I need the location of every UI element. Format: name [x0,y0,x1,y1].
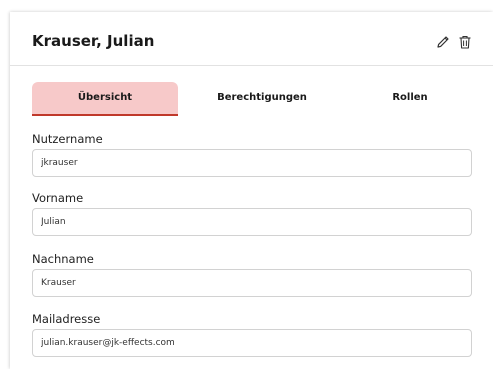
tab-permissions[interactable]: Berechtigungen [192,82,332,114]
page-title: Krauser, Julian [32,32,155,50]
edit-button[interactable] [435,34,451,50]
pencil-icon [437,36,449,48]
first-name-label: Vorname [32,191,84,205]
delete-button[interactable] [457,34,473,50]
tab-overview[interactable]: Übersicht [32,82,178,116]
username-input[interactable] [32,149,472,177]
trash-icon [459,35,471,49]
user-detail-panel: Krauser, Julian Übersicht Berechtigungen… [10,12,493,369]
panel-header: Krauser, Julian [10,12,493,66]
tab-bar: Übersicht Berechtigungen Rollen [32,82,482,116]
first-name-input[interactable] [32,208,472,236]
username-label: Nutzername [32,132,103,146]
email-input[interactable] [32,329,472,357]
last-name-input[interactable] [32,269,472,297]
last-name-label: Nachname [32,252,94,266]
email-label: Mailadresse [32,312,101,326]
tab-roles[interactable]: Rollen [350,82,470,114]
